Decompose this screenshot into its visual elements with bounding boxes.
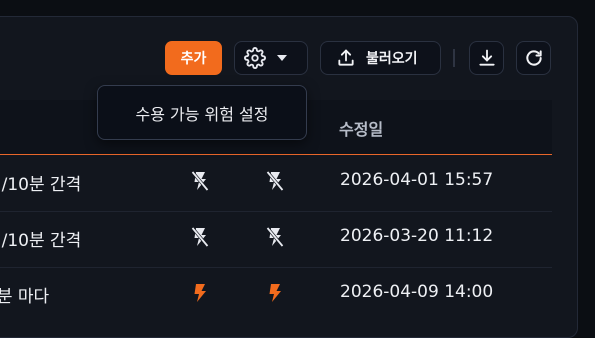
modified-date-cell: 2026-04-09 14:00 bbox=[340, 282, 494, 302]
schedule-cell: 시/10분 간격 bbox=[0, 175, 82, 195]
flash-off-icon bbox=[191, 226, 209, 248]
download-icon bbox=[477, 48, 497, 68]
table-row[interactable]: 시/10분 간격 2026-03-20 11:12 bbox=[0, 211, 552, 268]
caret-down-icon bbox=[276, 54, 288, 62]
modified-date-cell: 2026-03-20 11:12 bbox=[340, 226, 494, 246]
schedule-cell: 0분 마다 bbox=[0, 287, 50, 307]
flash-off-icon bbox=[191, 170, 209, 192]
table-row[interactable]: 0분 마다 2026-04-09 14:00 bbox=[0, 267, 552, 323]
schedule-cell: 시/10분 간격 bbox=[0, 231, 82, 251]
import-button[interactable]: 불러오기 bbox=[320, 41, 441, 75]
modified-date-cell: 2026-04-01 15:57 bbox=[340, 170, 494, 190]
settings-tooltip: 수용 가능 위험 설정 bbox=[97, 85, 307, 140]
column-header-modified-date[interactable]: 수정일 bbox=[339, 116, 383, 140]
flash-on-icon bbox=[191, 282, 209, 304]
upload-icon bbox=[336, 48, 356, 68]
toolbar-divider bbox=[453, 49, 455, 67]
settings-dropdown-button[interactable] bbox=[234, 41, 308, 75]
flash-on-icon bbox=[266, 282, 284, 304]
add-button[interactable]: 추가 bbox=[165, 41, 222, 75]
refresh-icon bbox=[524, 48, 544, 68]
download-button[interactable] bbox=[469, 41, 504, 75]
flash-off-icon bbox=[266, 226, 284, 248]
gear-icon bbox=[244, 47, 266, 69]
flash-off-icon bbox=[266, 170, 284, 192]
refresh-button[interactable] bbox=[516, 41, 551, 75]
table-row[interactable]: 시/10분 간격 2026-04-01 15:57 bbox=[0, 155, 552, 212]
tooltip-text: 수용 가능 위험 설정 bbox=[135, 104, 269, 124]
import-button-label: 불러오기 bbox=[366, 51, 418, 67]
